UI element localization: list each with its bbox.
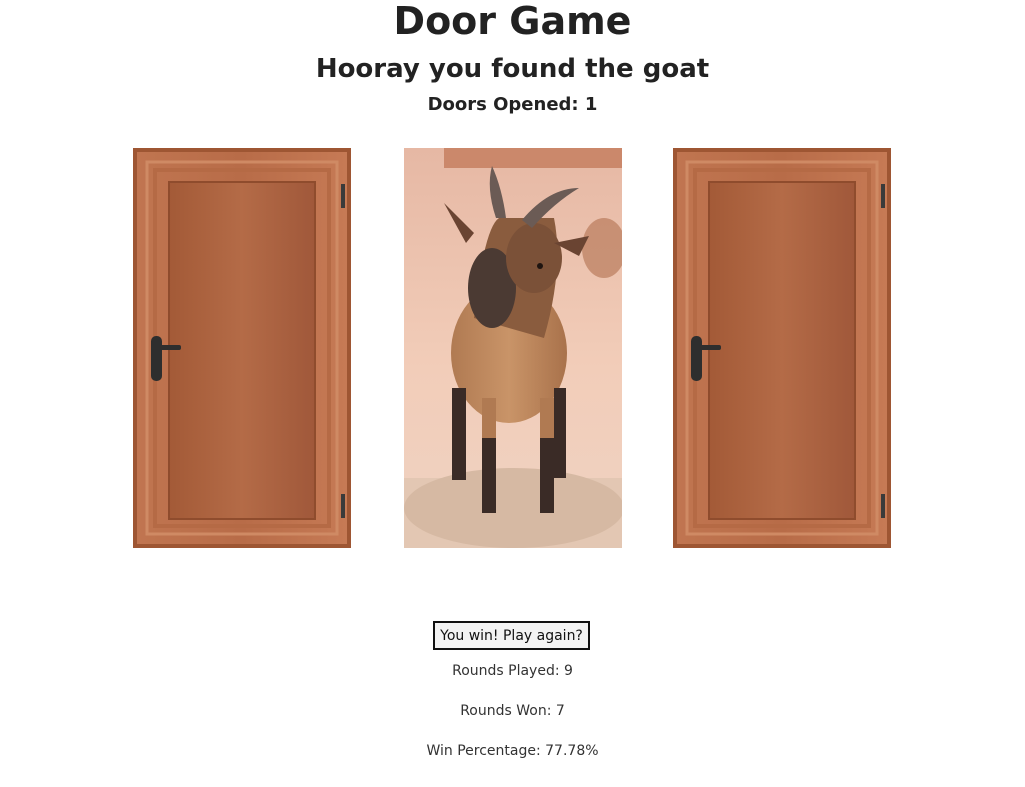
wooden-door-icon: [133, 148, 351, 548]
result-message: Hooray you found the goat: [315, 54, 710, 84]
goat-image: [404, 148, 622, 548]
door-game-page: Door Game Hooray you found the goat Door…: [0, 0, 1025, 787]
play-again-button[interactable]: You win! Play again?: [433, 621, 590, 650]
door-1[interactable]: [133, 148, 351, 548]
door-2-goat[interactable]: [404, 148, 622, 548]
door-3[interactable]: [673, 148, 891, 548]
page-title: Door Game: [393, 0, 632, 43]
wooden-door-icon: [673, 148, 891, 548]
win-percentage-stat: Win Percentage: 77.78%: [426, 743, 599, 759]
rounds-played-stat: Rounds Played: 9: [452, 663, 573, 679]
rounds-won-stat: Rounds Won: 7: [460, 703, 565, 719]
doors-opened-counter: Doors Opened: 1: [427, 94, 598, 115]
